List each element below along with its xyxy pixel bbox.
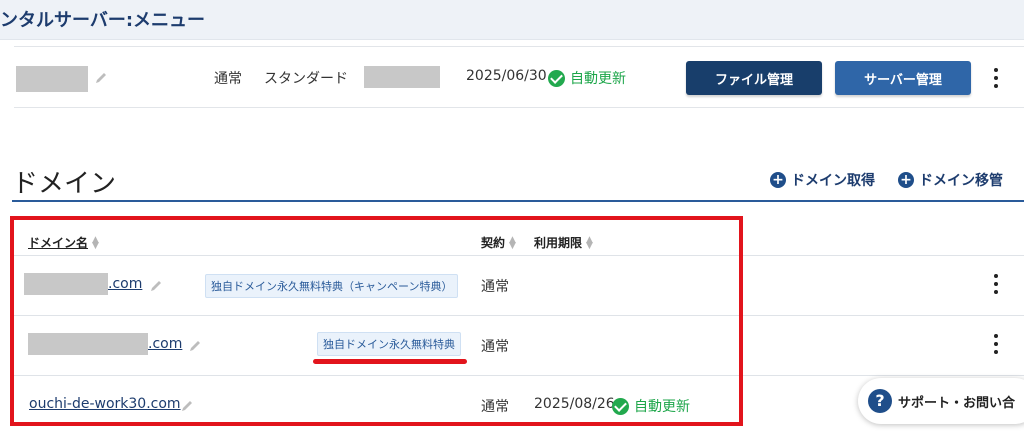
row-expiry: 2025/08/26 [534,396,615,412]
row-auto-renew-label: 自動更新 [634,399,690,415]
kebab-menu-icon[interactable] [993,68,999,90]
server-manager-button[interactable]: サーバー管理 [835,61,971,95]
file-manager-button[interactable]: ファイル管理 [686,61,822,95]
domain-transfer-label: ドメイン移管 [919,173,1003,189]
plus-circle-icon: + [898,172,914,188]
section-divider [12,200,1024,202]
pencil-icon[interactable] [149,279,163,293]
column-contract[interactable]: 契約 ▲ ▼ [481,234,516,251]
server-row: 通常 スタンダード 2025/06/30 自動更新 ファイル管理 サーバー管理 [14,46,1024,108]
server-plan-name: スタンダード [264,71,348,87]
domain-acquire-label: ドメイン取得 [791,173,875,189]
table-row: .com 独自ドメイン永久無料特典（キャンペーン特典） 通常 [14,256,1024,316]
server-auto-renew: 自動更新 [548,68,626,88]
check-circle-icon [612,397,629,415]
server-plan-type: 通常 [214,71,242,87]
domain-link[interactable]: .com [108,276,142,292]
pencil-icon[interactable] [180,399,194,413]
kebab-menu-icon[interactable] [993,274,999,296]
sort-icon: ▲ ▼ [586,234,593,251]
highlight-underline [313,359,467,364]
domain-acquire-link[interactable]: + ドメイン取得 [770,170,875,190]
table-header: ドメイン名 ▲ ▼ 契約 ▲ ▼ 利用期限 ▲ ▼ [14,226,1024,256]
row-contract: 通常 [481,399,509,415]
free-domain-badge: 独自ドメイン永久無料特典（キャンペーン特典） [205,274,459,298]
sort-icon: ▲ ▼ [92,234,99,251]
column-domain-name[interactable]: ドメイン名 ▲ ▼ [28,234,99,251]
domain-link[interactable]: ouchi-de-work30.com [29,396,181,412]
pencil-icon[interactable] [188,339,202,353]
check-circle-icon [548,69,565,87]
table-row: .com 独自ドメイン永久無料特典 通常 [14,316,1024,376]
server-expiry: 2025/06/30 [466,68,547,84]
question-icon: ? [868,389,892,413]
support-button[interactable]: ? サポート・お問い合 [858,378,1024,424]
domain-transfer-link[interactable]: + ドメイン移管 [898,170,1003,190]
row-contract: 通常 [481,279,509,295]
domain-section-title: ドメイン [12,169,117,199]
support-label: サポート・お問い合 [898,395,1016,411]
redacted-server-id [364,66,440,88]
sort-icon: ▲ ▼ [509,234,516,251]
free-domain-badge: 独自ドメイン永久無料特典 [317,332,461,356]
redacted-domain [24,273,108,295]
server-auto-renew-label: 自動更新 [570,71,626,87]
row-contract: 通常 [481,339,509,355]
column-expiry[interactable]: 利用期限 ▲ ▼ [534,234,593,251]
pencil-icon[interactable] [94,71,108,85]
plus-circle-icon: + [770,172,786,188]
redacted-server-name [16,66,88,92]
row-auto-renew: 自動更新 [612,396,690,416]
domain-link[interactable]: .com [148,336,182,352]
top-bar: ンタルサーバー:メニュー [0,0,1024,40]
redacted-domain [28,333,148,355]
page-title: ンタルサーバー:メニュー [0,10,206,31]
kebab-menu-icon[interactable] [993,334,999,356]
